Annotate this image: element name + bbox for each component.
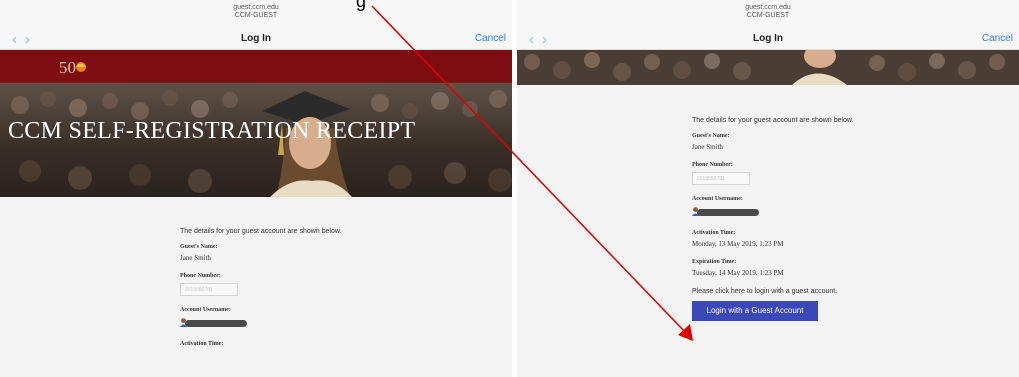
- annotation-arrow: [371, 5, 693, 341]
